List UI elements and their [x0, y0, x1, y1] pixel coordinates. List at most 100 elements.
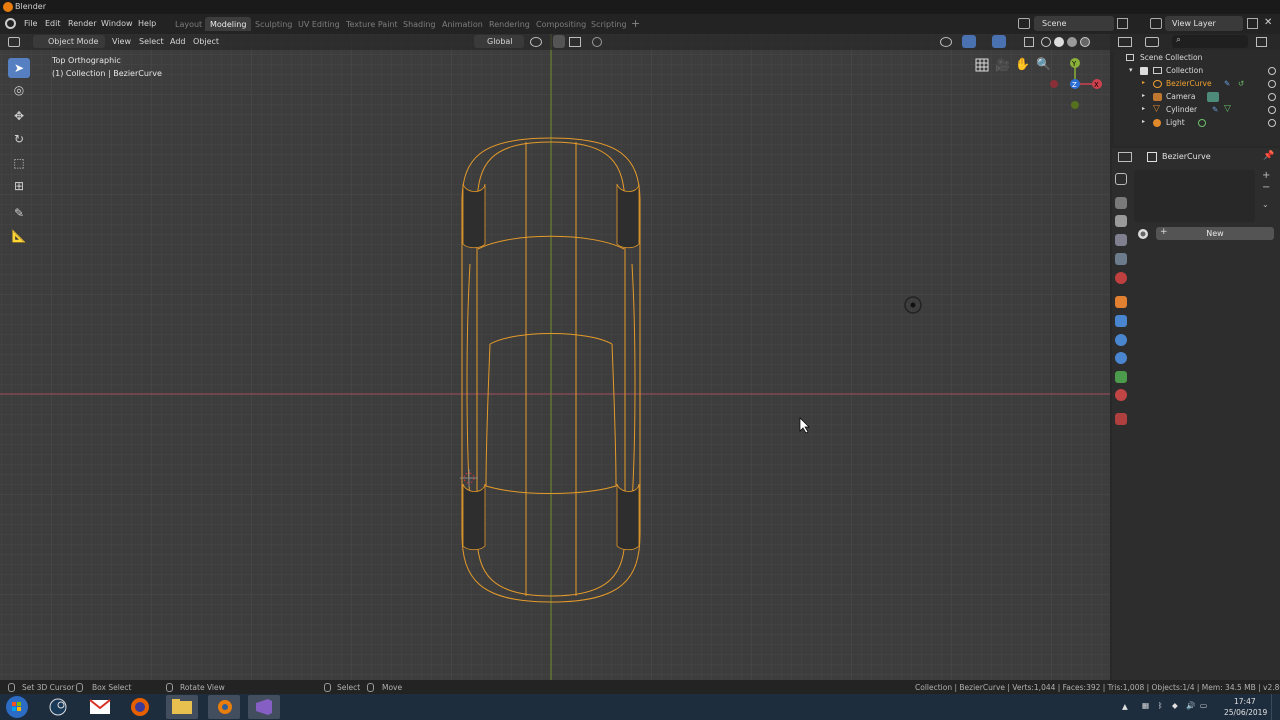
collapse-arrow-icon[interactable]: ▾ — [1129, 66, 1133, 74]
overlay-toggle-icon[interactable] — [992, 35, 1006, 48]
tool-tab-icon[interactable] — [1115, 173, 1127, 185]
menu-edit[interactable]: Edit — [45, 19, 61, 28]
expand-arrow-icon[interactable]: ▸ — [1142, 79, 1145, 86]
grid-toggle-icon[interactable] — [975, 58, 989, 72]
outliner-item-cylinder[interactable]: ▸ ▽ Cylinder ✎ ▽ — [1114, 104, 1280, 117]
taskbar-date[interactable]: 25/06/2019 — [1224, 708, 1267, 717]
render-tab-icon[interactable] — [1115, 197, 1127, 209]
select-menu[interactable]: Select — [139, 37, 164, 46]
visibility-eye-icon[interactable] — [1268, 119, 1276, 127]
remove-view-layer-icon[interactable]: ✕ — [1264, 17, 1272, 28]
scene-tab-icon[interactable] — [1115, 253, 1127, 265]
expand-arrow-icon[interactable]: ▸ — [1142, 105, 1145, 112]
3d-viewport[interactable] — [0, 34, 1110, 680]
outliner-collection[interactable]: ▾ Collection — [1114, 65, 1280, 78]
tab-shading[interactable]: Shading — [398, 17, 441, 31]
navigation-gizmo[interactable]: Y Z X — [1050, 52, 1106, 110]
world-tab-icon[interactable] — [1115, 272, 1127, 284]
remove-slot-icon[interactable]: − — [1262, 182, 1270, 193]
constraints-tab-icon[interactable] — [1115, 371, 1127, 383]
rotate-tool-icon[interactable]: ↻ — [8, 129, 30, 149]
blender-menu-icon[interactable] — [5, 18, 16, 29]
pan-hand-icon[interactable]: ✋ — [1015, 57, 1030, 71]
outliner-item-beziercurve[interactable]: ▸ BezierCurve ✎ ↺ — [1114, 78, 1280, 91]
object-tab-icon[interactable] — [1115, 296, 1127, 308]
outliner-search-input[interactable]: ⌕ — [1172, 35, 1248, 48]
modifier-tab-icon[interactable] — [1115, 315, 1127, 327]
wireframe-shading-icon[interactable] — [1041, 37, 1051, 47]
start-button-icon[interactable] — [4, 695, 30, 719]
scale-tool-icon[interactable]: ⬚ — [8, 153, 30, 173]
blender-taskbar-icon[interactable] — [208, 695, 240, 719]
steam-taskbar-icon[interactable] — [42, 695, 74, 719]
object-menu[interactable]: Object — [193, 37, 219, 46]
taskbar-time[interactable]: 17:47 — [1234, 697, 1256, 706]
visibility-eye-icon[interactable] — [1268, 80, 1276, 88]
snap-target-icon[interactable] — [569, 37, 581, 47]
mode-dropdown[interactable]: Object Mode — [33, 35, 105, 48]
output-tab-icon[interactable] — [1115, 215, 1127, 227]
explorer-taskbar-icon[interactable] — [166, 695, 198, 719]
visibility-eye-icon[interactable] — [1268, 106, 1276, 114]
properties-editor-icon[interactable] — [1118, 152, 1132, 162]
tab-modeling[interactable]: Modeling — [205, 17, 252, 31]
pin-icon[interactable]: 📌 — [1263, 151, 1274, 161]
menu-render[interactable]: Render — [68, 19, 96, 28]
view-layer-icon[interactable] — [1150, 18, 1162, 29]
viewport-canvas[interactable] — [0, 34, 1110, 680]
add-menu[interactable]: Add — [170, 37, 186, 46]
tab-sculpting[interactable]: Sculpting — [250, 17, 297, 31]
copy-scene-icon[interactable] — [1117, 18, 1128, 29]
particles-tab-icon[interactable] — [1115, 334, 1127, 346]
network-icon[interactable]: ▦ — [1142, 701, 1149, 710]
solid-shading-icon[interactable] — [1054, 37, 1064, 47]
rendered-shading-icon[interactable] — [1080, 37, 1090, 47]
dropbox-icon[interactable]: ◆ — [1172, 701, 1178, 710]
visibility-eye-icon[interactable] — [1268, 67, 1276, 75]
view-layer-tab-icon[interactable] — [1115, 234, 1127, 246]
tab-layout[interactable]: Layout — [170, 17, 207, 31]
expand-arrow-icon[interactable]: ▸ — [1142, 92, 1145, 99]
snap-icon[interactable] — [553, 35, 565, 48]
material-tab-icon[interactable] — [1115, 389, 1127, 401]
material-browse-icon[interactable] — [1137, 228, 1153, 240]
add-workspace-icon[interactable]: + — [631, 17, 640, 30]
editor-type-icon[interactable] — [8, 37, 20, 47]
camera-data-icon[interactable] — [1207, 92, 1219, 102]
firefox-taskbar-icon[interactable] — [124, 695, 156, 719]
tab-compositing[interactable]: Compositing — [531, 17, 591, 31]
add-slot-icon[interactable]: + — [1262, 170, 1270, 181]
visibility-icon[interactable] — [940, 37, 952, 47]
xray-icon[interactable] — [1024, 37, 1034, 47]
physics-tab-icon[interactable] — [1115, 352, 1127, 364]
checkbox-icon[interactable] — [1140, 67, 1148, 75]
proportional-edit-icon[interactable] — [592, 37, 602, 47]
tab-scripting[interactable]: Scripting — [586, 17, 632, 31]
zoom-icon[interactable]: 🔍 — [1036, 57, 1051, 71]
modifier-icon[interactable]: ✎ — [1212, 105, 1218, 114]
material-slot-list[interactable] — [1134, 170, 1255, 222]
outliner-item-camera[interactable]: ▸ Camera — [1114, 91, 1280, 104]
new-material-button[interactable]: + New — [1156, 227, 1274, 240]
mesh-data-icon[interactable]: ▽ — [1224, 104, 1231, 114]
slot-menu-icon[interactable]: ⌄ — [1262, 200, 1269, 209]
menu-file[interactable]: File — [24, 19, 37, 28]
copy-view-layer-icon[interactable] — [1247, 18, 1258, 29]
show-desktop-button[interactable] — [1271, 694, 1280, 720]
scene-icon[interactable] — [1018, 18, 1030, 29]
menu-help[interactable]: Help — [138, 19, 156, 28]
scene-field[interactable]: Scene — [1034, 16, 1114, 31]
light-data-icon[interactable] — [1198, 119, 1206, 127]
volume-icon[interactable]: 🔊 — [1186, 701, 1195, 710]
annotate-tool-icon[interactable]: ✎ — [8, 203, 30, 223]
camera-view-icon[interactable]: 🎥 — [995, 58, 1010, 72]
orientation-dropdown[interactable]: Global — [474, 35, 524, 48]
gizmo-toggle-icon[interactable] — [962, 35, 976, 48]
visual-studio-taskbar-icon[interactable] — [248, 695, 280, 719]
outliner-scene-collection[interactable]: Scene Collection — [1114, 52, 1280, 65]
tray-expand-icon[interactable]: ▲ — [1122, 702, 1128, 711]
filter-icon[interactable] — [1256, 37, 1267, 47]
tab-uv-editing[interactable]: UV Editing — [293, 17, 345, 31]
texture-tab-icon[interactable] — [1115, 413, 1127, 425]
select-tool-icon[interactable]: ➤ — [8, 58, 30, 78]
